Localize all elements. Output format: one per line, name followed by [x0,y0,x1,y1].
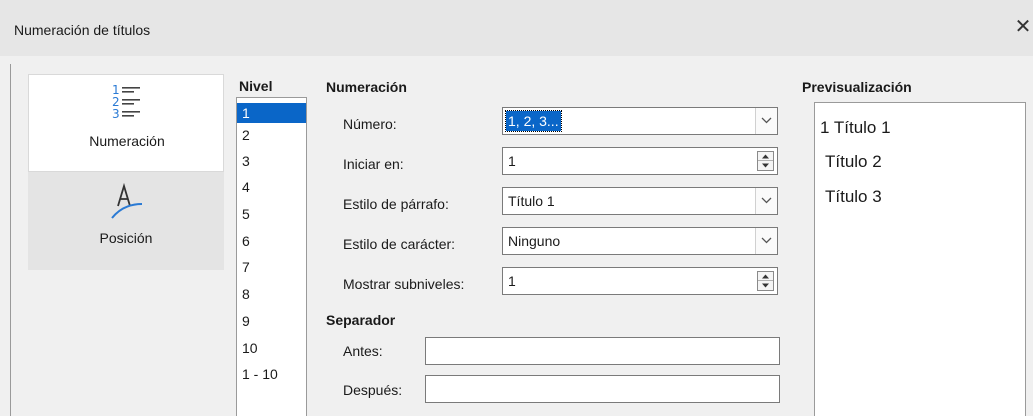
level-item[interactable]: 2 [237,125,306,145]
position-pen-icon [111,182,143,219]
numbered-list-icon: 1 2 3 [112,83,140,121]
tab-position-label: Posición [99,230,153,246]
level-item[interactable]: 7 [237,257,306,277]
spinner-buttons [757,271,774,291]
level-item[interactable]: 5 [237,204,306,224]
level-item[interactable]: 8 [237,284,306,304]
level-item[interactable]: 10 [237,338,306,358]
spin-up-icon[interactable] [758,152,773,161]
level-list[interactable]: 1 2 3 4 5 6 7 8 9 10 1 - 10 [236,97,307,416]
start-spinner[interactable]: 1 [502,147,778,175]
after-label: Después: [343,382,403,398]
level-item[interactable]: 3 [237,151,306,171]
separator-header: Separador [326,312,396,328]
numbering-header: Numeración [326,79,407,95]
tab-position[interactable]: Posición [28,172,224,270]
number-select-value: 1, 2, 3... [505,110,562,132]
character-style-select[interactable]: Ninguno [502,227,778,255]
preview-line: 1 Título 1 [820,118,891,137]
svg-text:3: 3 [112,107,120,121]
after-input[interactable] [425,375,780,403]
preview-line: Título 3 [825,187,882,206]
spin-up-icon[interactable] [758,272,773,281]
level-header: Nivel [239,78,273,94]
character-style-value: Ninguno [508,233,561,249]
number-select[interactable]: 1, 2, 3... [502,107,778,135]
number-label: Número: [343,116,397,132]
sublevels-spinner[interactable]: 1 [502,267,778,295]
start-spinner-value: 1 [508,153,516,169]
close-icon[interactable]: ✕ [1012,16,1033,38]
tab-numbering[interactable]: 1 2 3 Numeración [28,74,224,172]
before-label: Antes: [343,343,383,359]
preview-line: Título 2 [825,152,882,171]
divider [10,64,11,416]
sublevels-spinner-value: 1 [508,273,516,289]
chevron-down-icon[interactable] [755,108,777,134]
spin-down-icon[interactable] [758,161,773,170]
spin-down-icon[interactable] [758,281,773,290]
paragraph-style-select[interactable]: Título 1 [502,187,778,215]
paragraph-style-value: Título 1 [508,193,555,209]
paragraph-style-label: Estilo de párrafo: [343,196,449,212]
preview-header: Previsualización [802,79,912,95]
character-style-label: Estilo de carácter: [343,236,456,252]
level-item[interactable]: 1 [237,103,306,123]
sublevels-label: Mostrar subniveles: [343,276,465,292]
spinner-buttons [757,151,774,171]
preview-pane: 1 Título 1 Título 2 Título 3 [814,102,1026,416]
chevron-down-icon[interactable] [755,228,777,254]
title-bar: Numeración de títulos ✕ [0,0,1033,56]
level-item[interactable]: 1 - 10 [237,364,306,384]
level-item[interactable]: 9 [237,311,306,331]
level-item[interactable]: 6 [237,231,306,251]
chevron-down-icon[interactable] [755,188,777,214]
before-input[interactable] [425,337,780,365]
level-item[interactable]: 4 [237,177,306,197]
start-label: Iniciar en: [343,156,404,172]
tab-numbering-label: Numeración [89,133,165,149]
window-title: Numeración de títulos [14,22,151,38]
